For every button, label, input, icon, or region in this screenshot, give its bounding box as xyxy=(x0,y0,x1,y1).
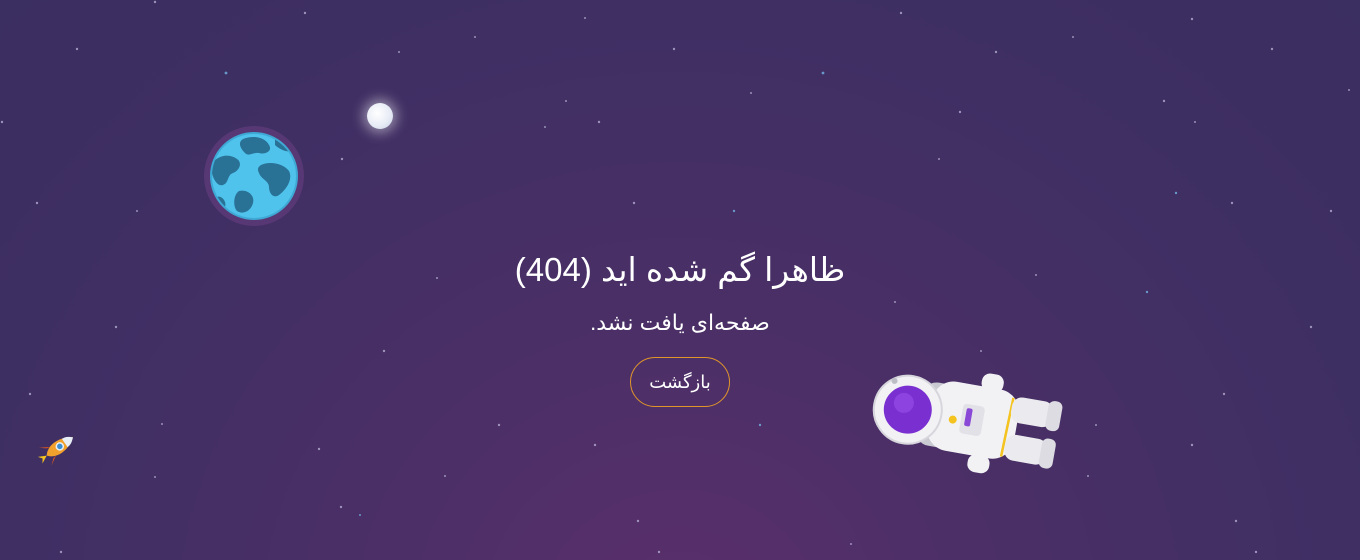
rocket-icon xyxy=(37,436,73,466)
page-title: ظاهرا گم شده اید (404) xyxy=(514,251,846,288)
earth-icon xyxy=(204,126,304,226)
error-content: ظاهرا گم شده اید (404) صفحه‌ای یافت نشد.… xyxy=(0,250,1360,407)
page-subtitle: صفحه‌ای یافت نشد. xyxy=(590,310,770,335)
moon-icon xyxy=(367,103,393,129)
back-button[interactable]: بازگشت xyxy=(630,357,730,407)
